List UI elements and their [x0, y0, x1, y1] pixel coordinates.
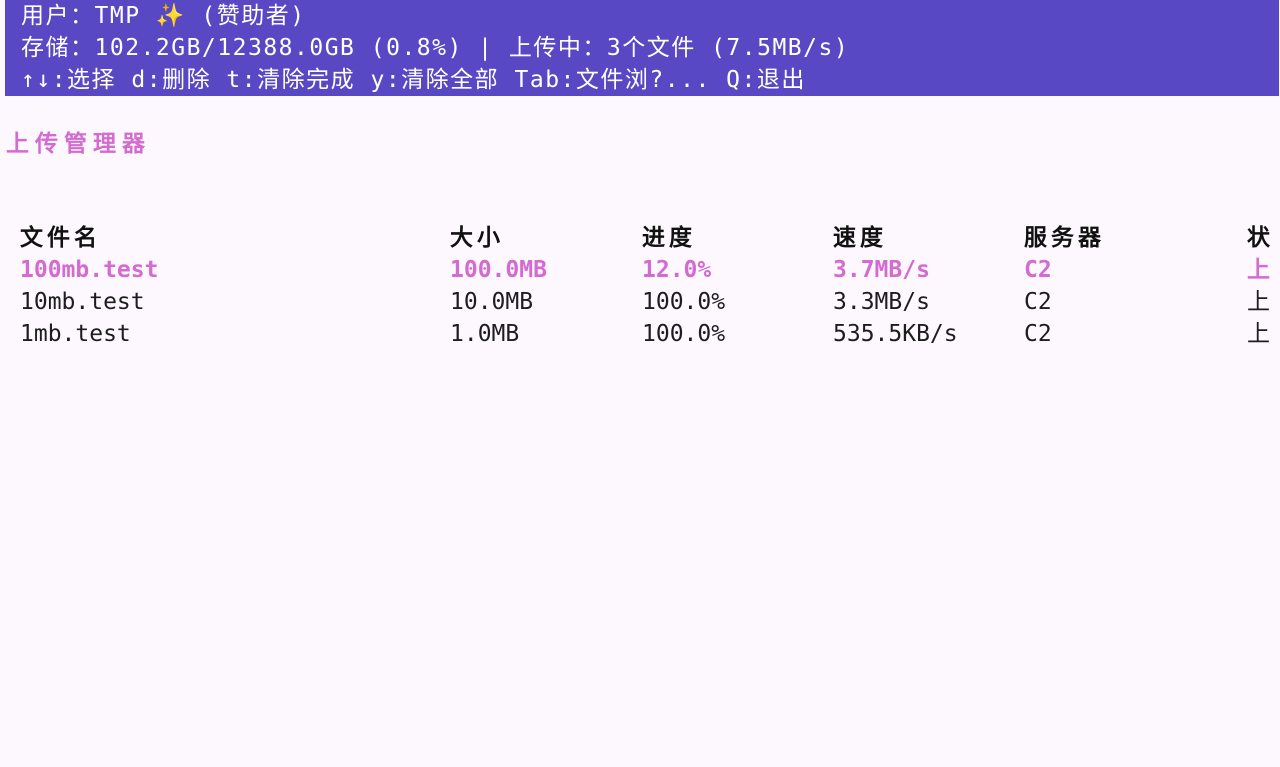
file-status: 上: [1247, 257, 1270, 283]
column-header-size: 大小: [450, 225, 504, 251]
table-row-selected[interactable]: 100mb.test 100.0MB 12.0% 3.7MB/s C2 上: [0, 254, 1280, 286]
column-header-filename: 文件名: [20, 225, 101, 251]
file-server: C2: [1024, 321, 1052, 347]
file-server: C2: [1024, 257, 1052, 283]
uploads-table: 文件名 大小 进度 速度 服务器 状 100mb.test 100.0MB 12…: [0, 222, 1280, 350]
column-header-status: 状: [1247, 225, 1274, 251]
file-status: 上: [1247, 289, 1270, 315]
file-progress: 100.0%: [642, 321, 726, 347]
file-name: 1mb.test: [20, 321, 131, 347]
file-status: 上: [1247, 321, 1270, 347]
table-row[interactable]: 1mb.test 1.0MB 100.0% 535.5KB/s C2 上: [0, 318, 1280, 350]
keyboard-shortcuts: ↑↓:选择 d:删除 t:清除完成 y:清除全部 Tab:文件浏?... Q:退…: [21, 67, 806, 93]
file-size: 100.0MB: [450, 257, 547, 283]
file-progress: 100.0%: [642, 289, 726, 315]
file-speed: 535.5KB/s: [833, 321, 958, 347]
file-server: C2: [1024, 289, 1052, 315]
file-speed: 3.3MB/s: [833, 289, 930, 315]
table-header: 文件名 大小 进度 速度 服务器 状: [0, 222, 1280, 254]
storage-info: 存储：102.2GB/12388.0GB (0.8%) | 上传中：3个文件 (…: [21, 35, 850, 61]
file-size: 1.0MB: [450, 321, 520, 347]
table-row[interactable]: 10mb.test 10.0MB 100.0% 3.3MB/s C2 上: [0, 286, 1280, 318]
user-info: 用户：TMP ✨ (赞助者): [21, 3, 306, 29]
file-name: 10mb.test: [20, 289, 145, 315]
column-header-server: 服务器: [1024, 225, 1105, 251]
upload-manager-title: 上传管理器: [6, 131, 151, 157]
column-header-speed: 速度: [833, 225, 887, 251]
file-speed: 3.7MB/s: [833, 257, 930, 283]
file-name: 100mb.test: [20, 257, 159, 283]
status-header: 用户：TMP ✨ (赞助者) 存储：102.2GB/12388.0GB (0.8…: [5, 0, 1279, 96]
file-progress: 12.0%: [642, 257, 712, 283]
file-size: 10.0MB: [450, 289, 534, 315]
column-header-progress: 进度: [642, 225, 696, 251]
